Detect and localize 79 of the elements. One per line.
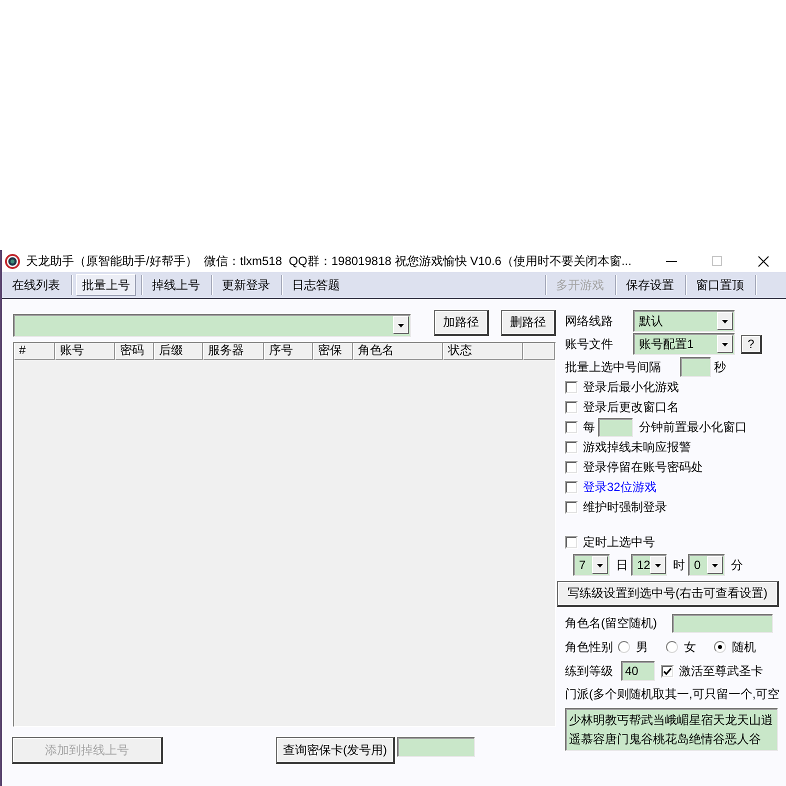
checkbox-label: 分钟前置最小化窗口 bbox=[639, 418, 747, 436]
time-unit-label: 时 bbox=[673, 556, 685, 574]
column-header[interactable]: 服务器 bbox=[203, 343, 264, 360]
write-settings-button[interactable]: 写练级设置到选中号(右击可查看设置) bbox=[557, 581, 779, 607]
level-label: 练到等级 bbox=[565, 662, 613, 680]
interval-label: 批量上选中号间隔 bbox=[565, 358, 661, 376]
interval-input-field[interactable] bbox=[680, 357, 711, 377]
path-dropdown[interactable] bbox=[13, 314, 411, 337]
gender-label: 角色性别 bbox=[565, 638, 614, 656]
column-header[interactable]: # bbox=[14, 343, 55, 360]
radio-button[interactable] bbox=[714, 641, 726, 653]
help-button[interactable]: ? bbox=[741, 334, 762, 354]
checkbox-label: 登录后最小化游戏 bbox=[583, 378, 679, 396]
toolbar-button[interactable]: 窗口置顶 bbox=[690, 274, 750, 296]
toolbar-button[interactable]: 保存设置 bbox=[620, 274, 680, 296]
checkbox[interactable] bbox=[565, 536, 578, 548]
checkbox-label: 登录32位游戏 bbox=[583, 478, 656, 496]
account-file-dropdown[interactable]: 账号配置1 bbox=[633, 333, 735, 355]
role-name-label: 角色名(留空随机) bbox=[565, 614, 657, 632]
close-icon[interactable] bbox=[758, 256, 768, 266]
checkbox[interactable] bbox=[565, 440, 578, 454]
hour-dropdown[interactable]: 12 bbox=[631, 554, 667, 576]
query-input-field[interactable] bbox=[397, 737, 475, 757]
caret-icon[interactable] bbox=[393, 316, 409, 334]
time-unit-label: 日 bbox=[616, 556, 628, 574]
column-header[interactable]: 后缀 bbox=[154, 343, 203, 360]
checkbox-label: 游戏掉线未响应报警 bbox=[583, 438, 691, 456]
caret-icon[interactable] bbox=[650, 556, 666, 574]
radio-button[interactable] bbox=[666, 641, 678, 653]
day-dropdown[interactable]: 7 bbox=[573, 554, 610, 576]
toolbar-tab[interactable]: 掉线上号 bbox=[146, 274, 206, 296]
level-input-field[interactable]: 40 bbox=[621, 661, 655, 681]
sect-textarea[interactable]: 少林明教丐帮武当峨嵋星宿天龙天山逍遥慕容唐门鬼谷桃花岛绝情谷恶人谷 bbox=[565, 708, 778, 751]
toolbar-tab[interactable]: 批量上号 bbox=[76, 274, 136, 296]
caret-icon[interactable] bbox=[717, 335, 733, 353]
radio-button[interactable] bbox=[618, 641, 630, 653]
sect-label: 门派(多个则随机取其一,可只留一个,可空 bbox=[565, 686, 780, 702]
network-route-label: 网络线路 bbox=[565, 312, 614, 330]
minutes-input-field[interactable] bbox=[598, 418, 633, 436]
minute-dropdown[interactable]: 0 bbox=[688, 554, 725, 576]
radio-label: 男 bbox=[636, 638, 648, 656]
checkbox[interactable] bbox=[565, 460, 578, 474]
column-header[interactable]: 密码 bbox=[115, 343, 154, 360]
app-logo-icon bbox=[5, 254, 20, 268]
checkbox-label: 维护时强制登录 bbox=[583, 498, 667, 516]
toolbar-tab[interactable]: 更新登录 bbox=[216, 274, 276, 296]
radio-label: 随机 bbox=[732, 638, 756, 656]
checkbox[interactable] bbox=[565, 500, 578, 514]
checkbox-label: 登录停留在账号密码处 bbox=[583, 458, 703, 476]
caret-icon[interactable] bbox=[707, 556, 723, 574]
role-name-input-field[interactable] bbox=[672, 614, 773, 632]
account-file-label: 账号文件 bbox=[565, 336, 614, 352]
delete-path-button[interactable]: 删路径 bbox=[501, 310, 556, 336]
checkbox[interactable] bbox=[565, 380, 578, 394]
column-header[interactable]: 状态 bbox=[443, 343, 523, 360]
checkbox[interactable] bbox=[661, 664, 674, 678]
radio-label: 女 bbox=[684, 638, 696, 656]
column-header[interactable]: 角色名 bbox=[353, 343, 443, 360]
interval-unit-label: 秒 bbox=[714, 358, 726, 376]
time-unit-label: 分 bbox=[731, 556, 743, 574]
column-header[interactable]: 序号 bbox=[264, 343, 313, 360]
checkbox[interactable] bbox=[565, 480, 578, 494]
column-header[interactable]: 密保 bbox=[313, 343, 353, 360]
query-card-button[interactable]: 查询密保卡(发号用) bbox=[276, 737, 395, 764]
column-header[interactable]: 账号 bbox=[55, 343, 115, 360]
checkbox-label: 定时上选中号 bbox=[583, 534, 655, 550]
minimize-icon[interactable] bbox=[666, 260, 676, 262]
window-title: 天龙助手（原智能助手/好帮手） 微信：tlxm518 QQ群：198019818 祝您游戏愉快 V10.6（使用时不要关闭本窗... bbox=[26, 252, 632, 270]
toolbar-tab[interactable]: 在线列表 bbox=[6, 274, 66, 296]
checkbox[interactable] bbox=[565, 420, 578, 434]
add-path-button[interactable]: 加路径 bbox=[434, 310, 489, 336]
checkbox-label: 登录后更改窗口名 bbox=[583, 398, 679, 416]
checkbox-label: 激活至尊武圣卡 bbox=[679, 662, 763, 680]
checkbox[interactable] bbox=[565, 400, 578, 414]
checkbox-label: 每 bbox=[583, 418, 595, 436]
toolbar-tab[interactable]: 日志答题 bbox=[286, 274, 346, 296]
caret-icon[interactable] bbox=[717, 312, 733, 330]
caret-icon[interactable] bbox=[592, 556, 608, 574]
network-route-dropdown[interactable]: 默认 bbox=[633, 310, 735, 332]
